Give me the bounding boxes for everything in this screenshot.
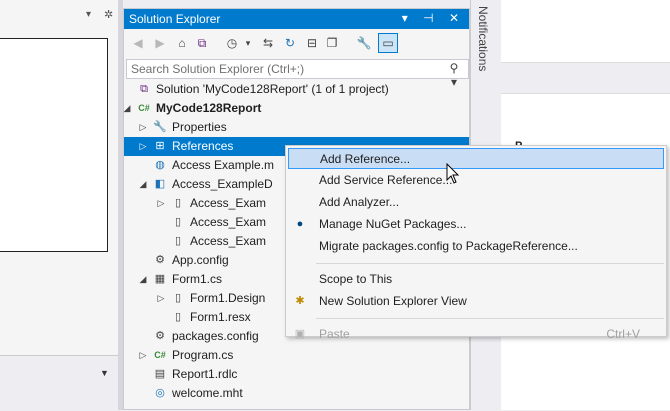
sync-with-active-document-icon[interactable]: ⇆ bbox=[260, 35, 276, 51]
tree-item[interactable]: ▤ Report1.rdlc bbox=[124, 365, 469, 384]
tree-item[interactable]: ▷ 🔧 Properties bbox=[124, 118, 469, 137]
refresh-icon[interactable]: ↻ bbox=[282, 35, 298, 51]
notifications-label[interactable]: Notifications bbox=[476, 6, 490, 71]
paste-icon: ▣ bbox=[294, 328, 306, 340]
filter-dropdown-icon[interactable]: ▾ bbox=[240, 35, 256, 51]
menu-item-label: Scope to This bbox=[319, 272, 393, 286]
menu-item-shortcut: Ctrl+V bbox=[606, 327, 640, 341]
tree-item-label: Report1.rdlc bbox=[172, 367, 238, 381]
menu-item-label: Add Analyzer... bbox=[319, 195, 400, 209]
menu-item-scope-to-this[interactable]: Scope to This bbox=[288, 269, 664, 290]
file-icon: ▯ bbox=[174, 216, 182, 228]
panel-dropdown-icon[interactable]: ▼ bbox=[100, 368, 109, 378]
title-buttons[interactable]: ▾ ⊣ ✕ bbox=[402, 11, 465, 25]
collapse-arrow-icon[interactable]: ◢ bbox=[122, 99, 132, 118]
show-all-files-icon[interactable]: ❐ bbox=[324, 35, 340, 51]
forward-icon[interactable]: ▶ bbox=[152, 35, 168, 51]
dataset-icon: ◧ bbox=[154, 178, 166, 190]
tree-item-label: Form1.resx bbox=[190, 310, 251, 324]
expand-arrow-icon[interactable]: ▷ bbox=[138, 346, 148, 365]
references-icon: ⊞ bbox=[155, 140, 165, 152]
tree-item-label: Access_Exam bbox=[190, 215, 267, 229]
file-icon: ▯ bbox=[174, 197, 182, 209]
menu-item-label: Add Service Reference... bbox=[319, 173, 453, 187]
properties-panel: ▼ bbox=[0, 355, 118, 411]
search-placeholder: Search Solution Explorer (Ctrl+;) bbox=[131, 62, 305, 76]
collapse-arrow-icon[interactable]: ◢ bbox=[138, 175, 148, 194]
tree-item[interactable]: ▷ C# Program.cs bbox=[124, 346, 469, 365]
web-icon: ◎ bbox=[155, 387, 165, 399]
pane-settings-icon[interactable]: ✲ bbox=[104, 8, 113, 21]
collapse-all-icon[interactable]: ⊟ bbox=[304, 35, 320, 51]
tree-item-label: References bbox=[172, 139, 234, 153]
tree-item[interactable]: ◢ C# MyCode128Report bbox=[124, 99, 469, 118]
menu-item-add-reference[interactable]: Add Reference... bbox=[288, 148, 664, 169]
tree-item-label: Form1.cs bbox=[172, 272, 223, 286]
new-view-icon: ✱ bbox=[295, 295, 305, 307]
menu-item-add-analyzer[interactable]: Add Analyzer... bbox=[288, 192, 664, 213]
csharp-file-icon: C# bbox=[154, 350, 166, 360]
expand-arrow-icon[interactable]: ▷ bbox=[138, 137, 148, 156]
form-icon: ▦ bbox=[154, 273, 166, 285]
left-pane-toolbar: ▾ ✲ bbox=[0, 0, 118, 30]
menu-item-new-solution-explorer-view[interactable]: ✱ New Solution Explorer View bbox=[288, 291, 664, 312]
tree-item-label: Properties bbox=[172, 120, 227, 134]
tree-item-label: MyCode128Report bbox=[156, 101, 262, 115]
solution-icon: ⧉ bbox=[140, 83, 148, 95]
file-icon: ▯ bbox=[174, 292, 182, 304]
tree-item[interactable]: ⧉ Solution 'MyCode128Report' (1 of 1 proj… bbox=[124, 80, 469, 99]
menu-separator bbox=[316, 318, 664, 319]
tree-item-label: Access_Exam bbox=[190, 196, 267, 210]
tree-item-label: Form1.Design bbox=[190, 291, 266, 305]
solution-explorer-title: Solution Explorer bbox=[129, 12, 221, 26]
config-icon: ⚙ bbox=[155, 330, 165, 342]
context-menu: Add Reference... Add Service Reference...… bbox=[285, 145, 667, 341]
expand-arrow-icon[interactable]: ▷ bbox=[156, 289, 166, 308]
collapse-arrow-icon[interactable]: ◢ bbox=[138, 270, 148, 289]
menu-item-paste: ▣ Paste Ctrl+V bbox=[288, 324, 664, 345]
file-icon: ▯ bbox=[174, 235, 182, 247]
preview-selected-items-icon[interactable]: ▭ bbox=[378, 33, 398, 53]
solution-explorer-search-input[interactable]: Search Solution Explorer (Ctrl+;) ⚲ ▾ bbox=[126, 59, 469, 89]
tree-item-label: packages.config bbox=[172, 329, 259, 343]
menu-item-label: Manage NuGet Packages... bbox=[319, 217, 467, 231]
menu-item-label: Paste bbox=[319, 327, 350, 341]
tree-item-label: Solution 'MyCode128Report' (1 of 1 proje… bbox=[156, 82, 389, 96]
document-tab-strip bbox=[500, 62, 670, 94]
tree-item-label: welcome.mht bbox=[172, 386, 243, 400]
nuget-icon: ● bbox=[296, 218, 304, 230]
menu-item-label: Add Reference... bbox=[320, 152, 411, 166]
menu-item-label: New Solution Explorer View bbox=[319, 294, 467, 308]
menu-item-manage-nuget-packages[interactable]: ● Manage NuGet Packages... bbox=[288, 214, 664, 235]
solution-explorer-toolbar: ◀ ▶ ⌂ ⧉ ◷ ▾ ⇆ ↻ ⊟ ❐ 🔧 ▭ bbox=[124, 29, 469, 57]
database-icon: ◍ bbox=[155, 159, 165, 171]
menu-separator bbox=[316, 263, 664, 264]
pending-changes-filter-icon[interactable]: ◷ bbox=[224, 35, 240, 51]
properties-icon[interactable]: 🔧 bbox=[356, 35, 372, 51]
pane-dropdown-icon[interactable]: ▾ bbox=[86, 9, 91, 20]
expand-arrow-icon[interactable]: ▷ bbox=[156, 194, 166, 213]
back-icon[interactable]: ◀ bbox=[130, 35, 146, 51]
report-icon: ▤ bbox=[154, 368, 166, 380]
tree-item-label: App.config bbox=[172, 253, 229, 267]
wrench-icon: 🔧 bbox=[153, 121, 167, 133]
solution-explorer-title-bar[interactable]: Solution Explorer ▾ ⊣ ✕ bbox=[124, 9, 469, 29]
menu-item-add-service-reference[interactable]: Add Service Reference... bbox=[288, 170, 664, 191]
mouse-cursor-icon bbox=[446, 163, 460, 184]
csharp-project-icon: C# bbox=[138, 103, 150, 113]
config-icon: ⚙ bbox=[155, 254, 165, 266]
form-designer-surface[interactable] bbox=[0, 38, 108, 252]
menu-item-migrate-packages-config-to-packagereference[interactable]: Migrate packages.config to PackageRefere… bbox=[288, 236, 664, 257]
switch-views-icon[interactable]: ⧉ bbox=[194, 35, 210, 51]
tree-item-label: Access Example.m bbox=[172, 158, 275, 172]
tree-item-label: Access_Exam bbox=[190, 234, 267, 248]
file-icon: ▯ bbox=[174, 311, 182, 323]
menu-item-label: Migrate packages.config to PackageRefere… bbox=[319, 239, 578, 253]
home-icon[interactable]: ⌂ bbox=[174, 35, 190, 51]
tree-item-label: Access_ExampleD bbox=[172, 177, 273, 191]
tree-item[interactable]: ◎ welcome.mht bbox=[124, 384, 469, 403]
expand-arrow-icon[interactable]: ▷ bbox=[138, 118, 148, 137]
tree-item-label: Program.cs bbox=[172, 348, 234, 362]
